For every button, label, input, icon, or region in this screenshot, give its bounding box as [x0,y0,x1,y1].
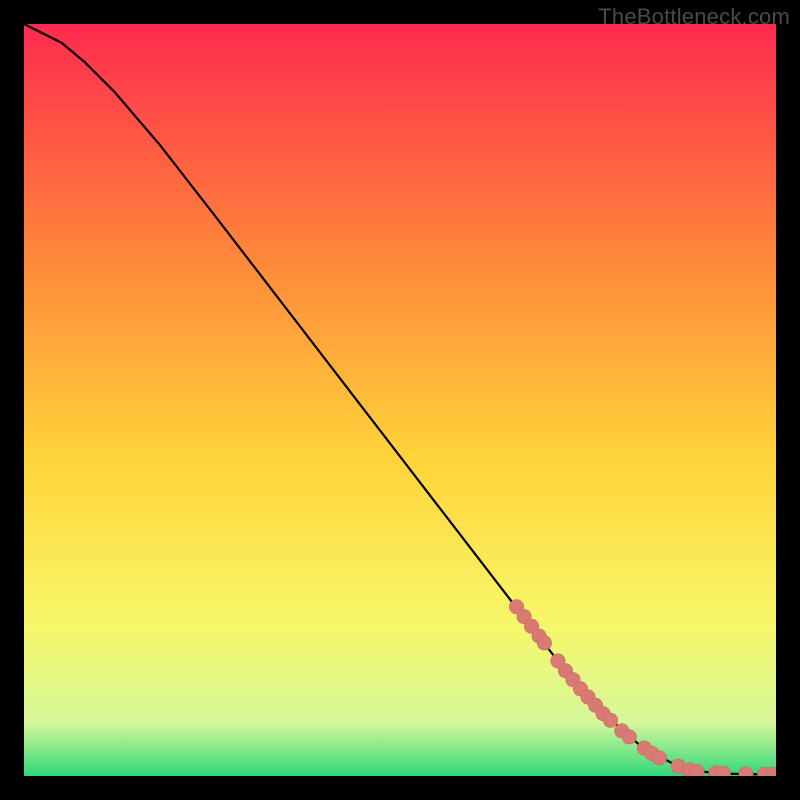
data-marker [537,636,551,650]
chart-frame: TheBottleneck.com [0,0,800,800]
data-marker [652,751,666,765]
watermark-text: TheBottleneck.com [598,4,790,30]
gradient-background [24,24,776,776]
plot-area [24,24,776,776]
data-marker [603,713,617,727]
chart-svg [24,24,776,776]
data-marker [690,764,704,776]
data-marker [622,730,636,744]
